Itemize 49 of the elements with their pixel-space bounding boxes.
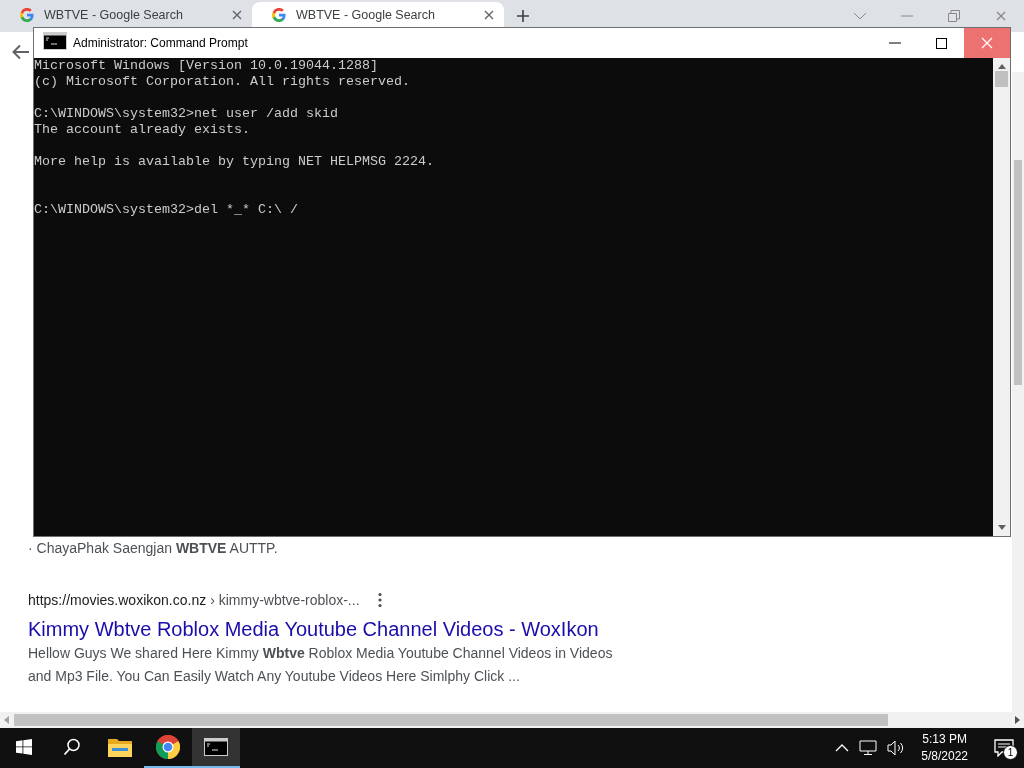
result-path: › kimmy-wbtve-roblox-... [210, 591, 360, 610]
volume-icon[interactable] [887, 740, 906, 756]
result-title-link[interactable]: Kimmy Wbtve Roblox Media Youtube Channel Videos - WoxIkon [28, 618, 599, 640]
clock-time[interactable]: 5:13 PM [922, 731, 967, 748]
terminal-icon [204, 738, 228, 756]
scroll-down-icon[interactable] [997, 525, 1006, 530]
console-line: Microsoft Windows [Version 10.0.19044.1288] [34, 58, 379, 74]
clock-date[interactable]: 5/8/2022 [921, 748, 968, 765]
maximize-icon[interactable] [935, 37, 947, 49]
search-icon [63, 738, 81, 756]
browser-tab[interactable]: WBTVE - Google Search [0, 2, 252, 27]
scroll-thumb[interactable] [995, 71, 1008, 87]
network-icon[interactable] [859, 740, 878, 756]
browser-tab[interactable]: WBTVE - Google Search [252, 2, 504, 27]
console-line: More help is available by typing NET HELPMSG 2224. [34, 154, 435, 170]
chrome-icon [156, 735, 180, 759]
result-url: https://movies.woxikon.co.nz [28, 591, 207, 610]
horizontal-scrollbar[interactable] [0, 712, 1024, 728]
result-snippet: · ChayaPhak Saengjan WBTVE AUTTP. [28, 539, 279, 558]
google-icon [272, 7, 286, 22]
window-title: Administrator: Command Prompt [73, 36, 249, 50]
plus-icon[interactable] [516, 9, 530, 23]
scroll-right-icon[interactable] [1014, 716, 1020, 724]
close-icon[interactable] [232, 9, 242, 20]
scroll-thumb[interactable] [1014, 160, 1022, 385]
vertical-scrollbar[interactable] [1012, 72, 1024, 712]
google-icon [20, 7, 34, 22]
more-icon[interactable] [377, 592, 382, 608]
chevron-down-icon[interactable] [852, 12, 867, 20]
console-line: C:\WINDOWS\system32>net user /add skid [34, 106, 339, 122]
restore-icon[interactable] [947, 10, 960, 22]
notification-icon[interactable] [994, 739, 1014, 757]
scroll-thumb[interactable] [14, 714, 888, 726]
scroll-up-icon[interactable] [997, 64, 1006, 69]
terminal-icon [43, 32, 67, 50]
folder-icon [108, 737, 132, 757]
windows-icon [16, 739, 32, 755]
result-snippet: Hellow Guys We shared Here Kimmy Wbtve Roblox Media Youtube Channel Videos in Videos and Mp3 File. You Can Easily Watch Any Youtube Videos Here Simlphy Click ... [28, 644, 614, 686]
close-icon [981, 37, 993, 49]
taskbar-button[interactable] [192, 728, 240, 768]
notification-count: 1 [1003, 745, 1018, 760]
close-icon[interactable] [995, 11, 1006, 21]
vertical-scrollbar[interactable] [993, 58, 1010, 536]
console-line: The account already exists. [34, 122, 251, 138]
chevron-up-icon[interactable] [835, 744, 850, 752]
console-line: C:\WINDOWS\system32>del *_* C:\ / [34, 202, 299, 218]
close-icon[interactable] [484, 9, 494, 20]
console-line: (c) Microsoft Corporation. All rights reserved. [34, 74, 411, 90]
back-arrow-icon[interactable] [12, 44, 30, 60]
